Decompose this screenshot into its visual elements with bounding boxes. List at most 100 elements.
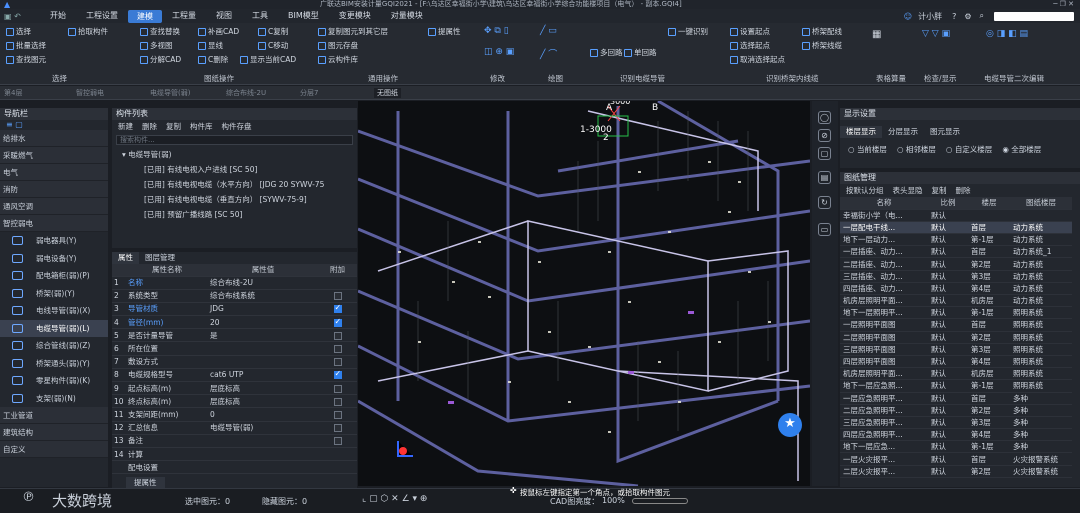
- user-name[interactable]: 计小胖: [912, 11, 948, 22]
- property-extra-checkbox[interactable]: [333, 424, 342, 433]
- display-radio-3[interactable]: ◉ 全部楼层: [1002, 144, 1041, 155]
- snap-tools-icon[interactable]: ⌞ ▢ ⬡ ✕ ∠ ▾ ⊕: [362, 494, 427, 504]
- property-extra-checkbox[interactable]: [333, 358, 342, 367]
- nav-category-2[interactable]: 电气: [0, 164, 108, 181]
- nav-category-4[interactable]: 通风空调: [0, 198, 108, 215]
- property-extra-checkbox[interactable]: [333, 303, 342, 314]
- property-value[interactable]: JDG: [208, 302, 318, 317]
- property-row[interactable]: 2 系统类型 综合布线系统: [112, 289, 357, 303]
- floor-dropdown-2[interactable]: 电缆导管(弱): [150, 88, 190, 98]
- model-canvas[interactable]: 1-3000 2 A B 3000 ★: [358, 101, 810, 486]
- drawing-row[interactable]: 地下一层应急照... 默认 第-1层 照明系统: [840, 379, 1072, 393]
- ribbon-button-20[interactable]: 设置起点: [730, 26, 770, 37]
- drawing-row[interactable]: 地下一层动力... 默认 第-1层 动力系统: [840, 233, 1072, 247]
- drawing-row[interactable]: 四层应急照明平... 默认 第4层 多种: [840, 428, 1072, 442]
- drawing-row[interactable]: 二层照明平面图 默认 第2层 照明系统: [840, 331, 1072, 344]
- property-value[interactable]: 层底标高: [208, 381, 318, 396]
- property-row[interactable]: 9 起点标高(m) 层底标高: [112, 381, 357, 396]
- orbit-icon[interactable]: ◯: [818, 111, 831, 124]
- component-tool-4[interactable]: 构件存盘: [222, 121, 252, 132]
- property-extra-checkbox[interactable]: [333, 331, 342, 340]
- ribbon-button-2[interactable]: 批量选择: [6, 40, 46, 51]
- ribbon-button-6[interactable]: C复制: [258, 26, 288, 37]
- drawing-row[interactable]: 地下一层照明平... 默认 第-1层 照明系统: [840, 306, 1072, 320]
- property-value[interactable]: 层底标高: [208, 394, 318, 409]
- ribbon-button-12[interactable]: 显示当前CAD: [240, 54, 296, 65]
- cube-view-icon[interactable]: ▢: [818, 147, 831, 160]
- help-icon[interactable]: ?: [948, 12, 960, 21]
- drawing-row[interactable]: 地下一层应急... 默认 第-1层 多种: [840, 440, 1072, 454]
- drawing-row[interactable]: 机房层照明平面... 默认 机房层 照明系统: [840, 367, 1072, 381]
- drawings-tool-3[interactable]: 删除: [956, 185, 971, 196]
- display-radio-0[interactable]: ○ 当前楼层: [848, 144, 887, 155]
- property-extra-checkbox[interactable]: [333, 292, 342, 301]
- menu-item-5[interactable]: 工具: [242, 10, 278, 23]
- display-tab-0[interactable]: 楼层显示: [840, 126, 882, 138]
- quick-access-toolbar[interactable]: ▣ ↶: [0, 12, 40, 21]
- layer-icon[interactable]: ▭: [818, 223, 831, 236]
- property-row[interactable]: 10 终点标高(m) 层底标高: [112, 394, 357, 409]
- property-tab-0[interactable]: 属性: [112, 252, 139, 264]
- property-value[interactable]: 0: [208, 407, 318, 422]
- ribbon-button-8[interactable]: 显线: [198, 40, 223, 51]
- drawings-tool-1[interactable]: 表头显隐: [893, 185, 923, 196]
- component-item[interactable]: [已用] 有线电视电缆（水平方向） [JDG 20 SYWV-75: [122, 177, 357, 192]
- property-row[interactable]: 5 是否计量导管是: [112, 328, 357, 343]
- property-value[interactable]: 是: [208, 328, 318, 343]
- ribbon-button-14[interactable]: 提属性: [428, 26, 461, 37]
- drawing-row[interactable]: 幸福街小学（电... 默认: [840, 209, 1072, 222]
- tab-extract-props[interactable]: 提属性: [126, 477, 165, 488]
- drawing-row[interactable]: 三层照明平面图 默认 第3层 照明系统: [840, 343, 1072, 356]
- drawing-row[interactable]: 三层应急照明平... 默认 第3层 多种: [840, 416, 1072, 430]
- floor-dropdown-5[interactable]: 无图纸: [374, 88, 401, 98]
- property-extra-checkbox[interactable]: [333, 437, 342, 446]
- property-extra-checkbox[interactable]: [333, 397, 342, 406]
- menu-item-4[interactable]: 视图: [206, 10, 242, 23]
- drawing-row[interactable]: 二层插座、动力... 默认 第2层 动力系统: [840, 257, 1072, 271]
- floor-dropdown-3[interactable]: 综合布线-2U: [226, 88, 266, 98]
- property-value[interactable]: [208, 341, 318, 356]
- display-radio-2[interactable]: ○ 自定义楼层: [946, 144, 992, 155]
- menu-item-6[interactable]: BIM模型: [278, 10, 329, 23]
- nav-item-5[interactable]: 电缆导管(弱)(L): [0, 319, 108, 337]
- property-value[interactable]: 综合布线系统: [208, 289, 318, 303]
- plan-view-icon[interactable]: ▤: [818, 171, 831, 184]
- component-search-input[interactable]: 搜索构件...: [116, 135, 353, 145]
- ribbon-button-5[interactable]: 补画CAD: [198, 26, 239, 37]
- ribbon-button-17[interactable]: 多回路: [590, 47, 623, 58]
- property-row[interactable]: 7 敷设方式: [112, 355, 357, 369]
- property-row[interactable]: 14 计算: [112, 447, 357, 462]
- nav-category-bottom-1[interactable]: 建筑结构: [0, 424, 108, 441]
- property-value[interactable]: 20: [208, 315, 318, 330]
- component-tool-1[interactable]: 删除: [142, 121, 157, 132]
- drawing-row[interactable]: 一层火灾报平... 默认 首层 火灾报警系统: [840, 452, 1072, 466]
- property-value[interactable]: 综合布线-2U: [208, 276, 318, 290]
- drawing-row[interactable]: 二层应急照明平... 默认 第2层 多种: [840, 404, 1072, 417]
- zoom-icon[interactable]: ⊘: [818, 129, 831, 142]
- nav-category-bottom-0[interactable]: 工业管道: [0, 407, 108, 424]
- modify-tools-2-icon[interactable]: ◫ ⊕ ▣: [484, 47, 514, 57]
- component-tool-0[interactable]: 新建: [118, 121, 133, 132]
- ribbon-button-19[interactable]: 一键识别: [668, 26, 708, 37]
- property-value[interactable]: [208, 447, 318, 462]
- pipe-model-drawing[interactable]: [358, 101, 810, 486]
- menu-item-7[interactable]: 变更模块: [329, 10, 381, 23]
- display-tab-1[interactable]: 分层显示: [882, 126, 924, 138]
- component-tool-2[interactable]: 复制: [166, 121, 181, 132]
- drawing-row[interactable]: 一层照明平面图 默认 首层 照明系统: [840, 318, 1072, 332]
- settings-icon[interactable]: ⚙: [960, 12, 975, 21]
- drawing-row[interactable]: 四层插座、动力... 默认 第4层 动力系统: [840, 282, 1072, 296]
- property-row[interactable]: 1 名称 综合布线-2U: [112, 276, 357, 290]
- ribbon-button-22[interactable]: 取消选择起点: [730, 54, 785, 65]
- property-value[interactable]: cat6 UTP: [208, 368, 318, 383]
- component-item[interactable]: [已用] 有线电视电缆（垂直方向） [SYWV-75-9]: [122, 192, 357, 207]
- nav-item-2[interactable]: 配电箱柜(弱)(P): [0, 267, 108, 285]
- nav-item-4[interactable]: 电线导管(弱)(X): [0, 302, 108, 320]
- ribbon-button-13[interactable]: 复制图元到其它层: [318, 26, 388, 37]
- menu-item-2[interactable]: 建模: [128, 9, 162, 23]
- floor-dropdown-0[interactable]: 第4层: [4, 88, 22, 98]
- property-row[interactable]: 12 汇总信息 电缆导管(弱): [112, 421, 357, 435]
- property-row[interactable]: 配电设置: [112, 460, 357, 475]
- nav-category-bottom-2[interactable]: 自定义: [0, 441, 108, 458]
- ribbon-button-3[interactable]: 查找图元: [6, 54, 46, 65]
